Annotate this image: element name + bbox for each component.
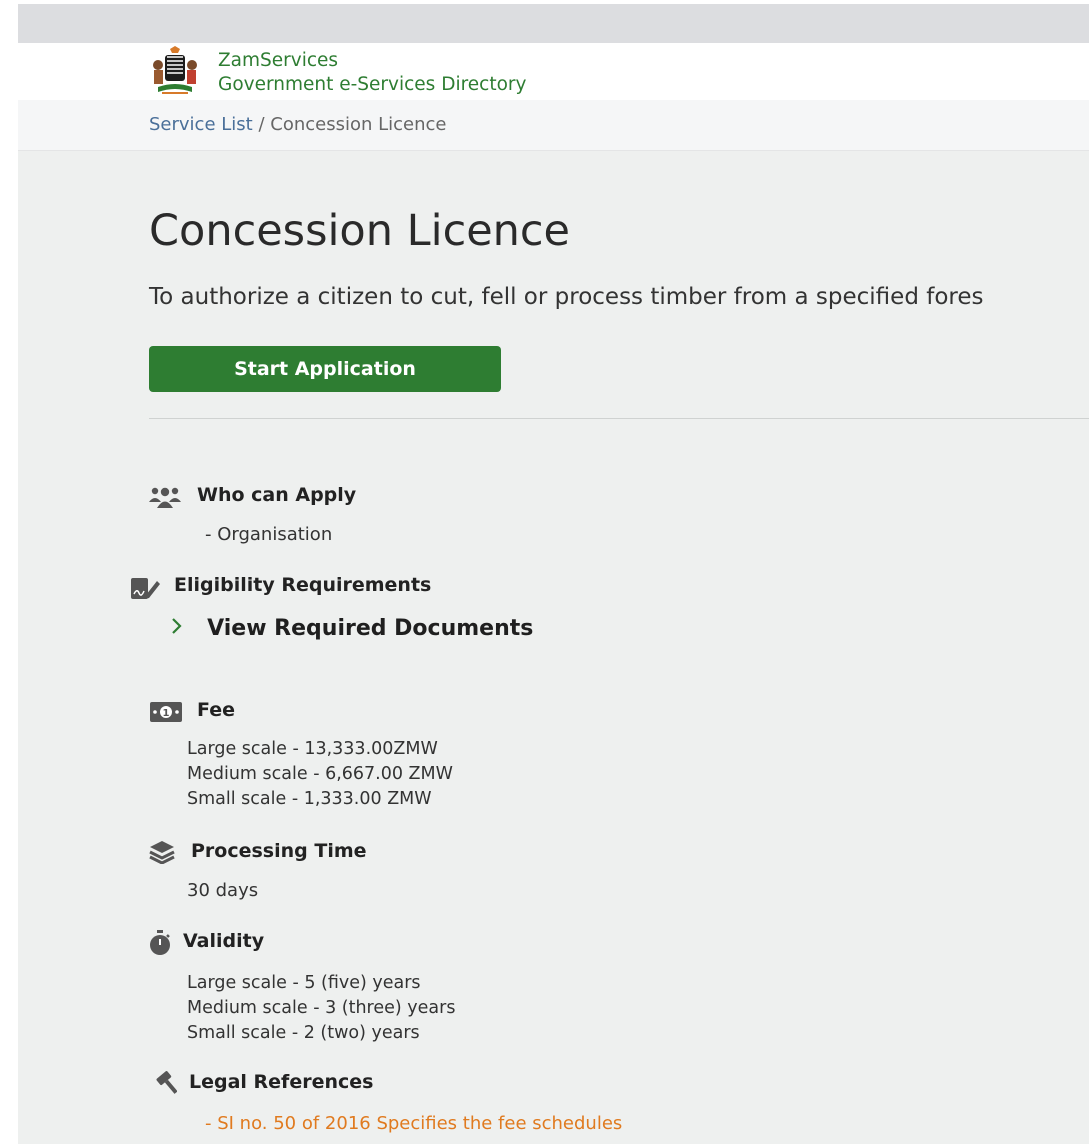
page-title: Concession Licence: [149, 206, 571, 256]
top-bar: [18, 4, 1089, 43]
breadcrumb-current: Concession Licence: [270, 114, 447, 135]
fee-list: Large scale - 13,333.00ZMW Medium scale …: [187, 737, 453, 812]
section-title-legal-references: Legal References: [189, 1071, 374, 1093]
layers-icon: [149, 840, 181, 865]
fee-line: Small scale - 1,333.00 ZMW: [187, 789, 432, 809]
start-application-button[interactable]: Start Application: [149, 346, 501, 392]
section-title-eligibility: Eligibility Requirements: [174, 574, 432, 596]
validity-list: Large scale - 5 (five) years Medium scal…: [187, 971, 455, 1046]
section-title-fee: Fee: [197, 699, 235, 721]
validity-line: Medium scale - 3 (three) years: [187, 998, 456, 1018]
brand-name: ZamServices: [218, 50, 339, 71]
view-required-documents-link[interactable]: View Required Documents: [170, 616, 533, 641]
view-required-documents-label: View Required Documents: [207, 616, 534, 641]
users-icon: [149, 485, 181, 509]
stopwatch-icon: [149, 930, 181, 955]
section-title-validity: Validity: [183, 930, 265, 952]
breadcrumb-service-list-link[interactable]: Service List: [149, 114, 253, 135]
brand[interactable]: ZamServices Government e-Services Direct…: [218, 49, 526, 97]
processing-time-value: 30 days: [187, 880, 259, 901]
fee-line: Large scale - 13,333.00ZMW: [187, 739, 438, 759]
breadcrumb-separator: /: [258, 114, 265, 135]
chevron-right-icon: [170, 616, 192, 641]
validity-line: Large scale - 5 (five) years: [187, 973, 421, 993]
money-bill-icon: 1: [149, 700, 182, 724]
breadcrumb: Service List / Concession Licence: [149, 114, 447, 135]
who-can-apply-item: - Organisation: [205, 524, 333, 545]
section-title-who-can-apply: Who can Apply: [197, 484, 357, 506]
main-content: Concession Licence To authorize a citize…: [18, 151, 1089, 1144]
service-description: To authorize a citizen to cut, fell or p…: [149, 284, 984, 310]
brand-tagline: Government e-Services Directory: [218, 74, 527, 95]
site-header: ZamServices Government e-Services Direct…: [18, 43, 1089, 100]
section-title-processing-time: Processing Time: [191, 840, 367, 862]
divider: [149, 418, 1089, 419]
breadcrumb-bar: Service List / Concession Licence: [18, 100, 1089, 151]
legal-reference-link[interactable]: - SI no. 50 of 2016 Specifies the fee sc…: [205, 1111, 622, 1137]
validity-line: Small scale - 2 (two) years: [187, 1023, 420, 1043]
coat-of-arms-icon[interactable]: [150, 45, 200, 97]
document-sign-icon: [129, 575, 161, 599]
fee-line: Medium scale - 6,667.00 ZMW: [187, 764, 453, 784]
gavel-icon: [149, 1071, 181, 1095]
svg-text:1: 1: [163, 708, 170, 719]
